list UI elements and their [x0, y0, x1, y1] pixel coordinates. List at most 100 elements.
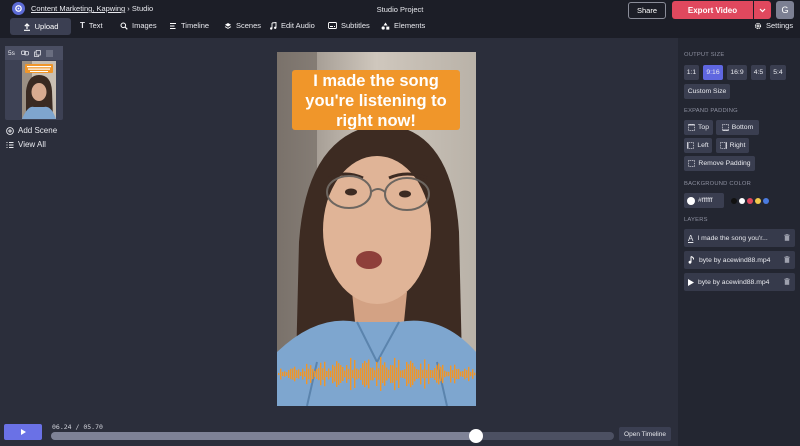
layer-item[interactable]: A I made the song you'r... [684, 229, 795, 247]
audio-waveform [278, 357, 476, 391]
view-all-button[interactable]: View All [6, 140, 46, 149]
waveform-bar [290, 368, 292, 380]
size-option-16-9[interactable]: 16:9 [727, 65, 747, 80]
waveform-bar [354, 360, 356, 388]
waveform-bar [394, 357, 396, 391]
play-button[interactable] [4, 424, 42, 440]
breadcrumb-workspace-link[interactable]: Content Marketing, Kapwing [31, 4, 125, 13]
size-option-9-16[interactable]: 9:16 [703, 65, 723, 80]
delete-icon[interactable] [45, 49, 53, 57]
remove-padding-button[interactable]: Remove Padding [684, 156, 755, 171]
scrubber-handle[interactable] [468, 429, 483, 443]
scene-duration[interactable]: 5s [8, 50, 15, 57]
waveform-bar [434, 367, 436, 381]
padding-top-button[interactable]: Top [684, 120, 713, 135]
waveform-bar [292, 368, 294, 380]
edit-audio-tool-button[interactable]: Edit Audio [269, 21, 315, 30]
waveform-bar [400, 370, 402, 378]
size-option-4-5[interactable]: 4:5 [751, 65, 766, 80]
waveform-bar [418, 369, 420, 379]
custom-size-button[interactable]: Custom Size [684, 84, 730, 99]
text-tool-button[interactable]: T Text [80, 21, 103, 30]
chevron-down-icon [759, 8, 766, 12]
waveform-bar [382, 364, 384, 384]
layer-label: byte by acewind88.mp4 [699, 256, 771, 264]
layer-item[interactable]: byte by acewind88.mp4 [684, 273, 795, 291]
upload-button[interactable]: Upload [10, 18, 71, 35]
subtitles-tool-button[interactable]: Subtitles [328, 21, 370, 30]
waveform-bar [438, 363, 440, 385]
background-color-picker[interactable]: #ffffff [684, 193, 724, 208]
images-tool-button[interactable]: Images [120, 21, 157, 30]
swatch-yellow[interactable] [755, 198, 761, 204]
waveform-bar [360, 367, 362, 381]
subtitles-tool-label: Subtitles [341, 21, 370, 30]
swatch-blue[interactable] [763, 198, 769, 204]
caption-text-overlay[interactable]: I made the song you're listening to righ… [292, 70, 460, 130]
waveform-bar [364, 360, 366, 388]
time-separator: / [71, 423, 84, 431]
waveform-bar [370, 367, 372, 381]
padding-bottom-button[interactable]: Bottom [716, 120, 759, 135]
padding-right-icon [719, 142, 727, 149]
top-bar: Content Marketing, Kapwing › Studio Stud… [0, 0, 800, 38]
swatch-black[interactable] [731, 198, 737, 204]
toolbar: Upload T Text Images Timeline Scenes Edi… [0, 18, 800, 38]
waveform-bar [442, 364, 444, 384]
plus-circle-icon [6, 126, 14, 135]
remove-padding-icon [688, 160, 696, 167]
open-timeline-button[interactable]: Open Timeline [619, 427, 671, 441]
time-display: 06.24 / 05.70 [52, 423, 103, 431]
kapwing-logo-icon[interactable] [12, 2, 25, 15]
current-time: 06.24 [52, 423, 72, 431]
waveform-bar [332, 364, 334, 384]
swatch-white[interactable] [739, 198, 745, 204]
waveform-bar [464, 368, 466, 380]
waveform-bar [346, 365, 348, 383]
timeline-tool-button[interactable]: Timeline [169, 21, 209, 30]
waveform-bar [324, 361, 326, 387]
size-option-1-1[interactable]: 1:1 [684, 65, 699, 80]
waveform-bar [308, 368, 310, 380]
trash-icon[interactable] [784, 278, 790, 285]
layer-item[interactable]: byte by acewind88.mp4 [684, 251, 795, 269]
upload-label: Upload [34, 22, 59, 31]
timeline-tool-label: Timeline [181, 21, 210, 30]
export-options-button[interactable] [754, 1, 771, 19]
swatch-red[interactable] [747, 198, 753, 204]
padding-right-button[interactable]: Right [716, 138, 749, 153]
link-icon[interactable] [20, 50, 29, 56]
play-icon [688, 278, 694, 286]
share-button[interactable]: Share [628, 2, 666, 19]
waveform-bar [326, 370, 328, 378]
waveform-bar [446, 371, 448, 377]
subtitles-icon [328, 22, 337, 29]
avatar[interactable]: G [776, 1, 794, 19]
waveform-bar [314, 370, 316, 378]
layer-label: byte by acewind88.mp4 [698, 278, 770, 286]
settings-button[interactable]: Settings [754, 21, 793, 30]
waveform-bar [470, 371, 472, 377]
waveform-bar [282, 371, 284, 377]
export-video-button[interactable]: Export Video [672, 1, 753, 19]
waveform-bar [426, 369, 428, 379]
trash-icon[interactable] [784, 234, 790, 241]
playback-scrubber[interactable] [51, 432, 614, 440]
waveform-bar [430, 369, 432, 379]
trash-icon[interactable] [784, 256, 790, 263]
elements-tool-label: Elements [394, 21, 426, 30]
waveform-bar [286, 372, 288, 376]
scene-card[interactable]: 5s [5, 46, 63, 120]
scene-thumbnail[interactable] [22, 61, 56, 119]
size-option-5-4[interactable]: 5:4 [770, 65, 786, 80]
waveform-bar [474, 372, 476, 376]
waveform-bar [306, 363, 308, 385]
scenes-tool-button[interactable]: Scenes [224, 21, 261, 30]
duplicate-icon[interactable] [33, 49, 41, 57]
padding-right-label: Right [729, 142, 746, 149]
add-scene-button[interactable]: Add Scene [6, 126, 57, 135]
waveform-bar [384, 362, 386, 386]
padding-left-button[interactable]: Left [684, 138, 712, 153]
video-canvas[interactable]: I made the song you're listening to righ… [277, 52, 476, 406]
elements-tool-button[interactable]: Elements [381, 21, 425, 30]
